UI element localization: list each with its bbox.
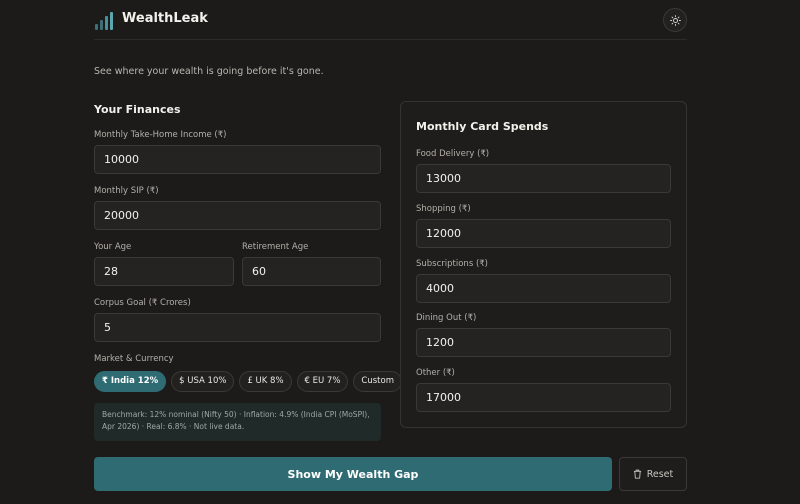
- subscriptions-label: Subscriptions (₹): [416, 259, 488, 269]
- retirement-age-input[interactable]: 60: [242, 257, 381, 286]
- dining-out-label: Dining Out (₹): [416, 313, 477, 323]
- tagline: See where your wealth is going before it…: [94, 66, 324, 77]
- shopping-input[interactable]: 12000: [416, 219, 671, 248]
- subscriptions-input[interactable]: 4000: [416, 274, 671, 303]
- food-delivery-label: Food Delivery (₹): [416, 149, 490, 159]
- reset-button[interactable]: Reset: [619, 457, 687, 491]
- market-currency-selector: ₹ India 12% $ USA 10% £ UK 8% € EU 7% Cu…: [94, 371, 402, 392]
- food-delivery-input[interactable]: 13000: [416, 164, 671, 193]
- brand-name: WealthLeak: [122, 11, 208, 26]
- age-label: Your Age: [94, 242, 132, 252]
- age-input[interactable]: 28: [94, 257, 234, 286]
- market-chip-eu[interactable]: € EU 7%: [296, 371, 349, 392]
- shopping-label: Shopping (₹): [416, 204, 471, 214]
- market-label: Market & Currency: [94, 354, 174, 364]
- card-spends-panel: Monthly Card Spends Food Delivery (₹) 13…: [400, 101, 687, 428]
- corpus-goal-label: Corpus Goal (₹ Crores): [94, 298, 191, 308]
- market-chip-uk[interactable]: £ UK 8%: [239, 371, 292, 392]
- trash-icon: [633, 469, 641, 479]
- theme-toggle-button[interactable]: [663, 8, 687, 32]
- income-input[interactable]: 10000: [94, 145, 381, 174]
- market-chip-usa[interactable]: $ USA 10%: [171, 371, 235, 392]
- dining-out-input[interactable]: 1200: [416, 328, 671, 357]
- other-label: Other (₹): [416, 368, 455, 378]
- retirement-age-label: Retirement Age: [242, 242, 309, 252]
- finances-title: Your Finances: [94, 103, 181, 116]
- show-wealth-gap-button[interactable]: Show My Wealth Gap: [94, 457, 612, 491]
- market-chip-india[interactable]: ₹ India 12%: [94, 371, 167, 392]
- corpus-goal-input[interactable]: 5: [94, 313, 381, 342]
- card-spends-title: Monthly Card Spends: [416, 120, 549, 133]
- bar-chart-logo-icon: [95, 12, 113, 30]
- other-input[interactable]: 17000: [416, 383, 671, 412]
- reset-label: Reset: [646, 468, 674, 480]
- income-label: Monthly Take-Home Income (₹): [94, 130, 227, 140]
- sip-label: Monthly SIP (₹): [94, 186, 159, 196]
- sun-icon: [669, 14, 681, 26]
- benchmark-note: Benchmark: 12% nominal (Nifty 50) · Infl…: [94, 403, 381, 441]
- sip-input[interactable]: 20000: [94, 201, 381, 230]
- app-container: WealthLeak See where your wealth is goin…: [94, 0, 687, 504]
- app-header: WealthLeak: [94, 0, 687, 40]
- market-chip-custom[interactable]: Custom: [353, 371, 402, 392]
